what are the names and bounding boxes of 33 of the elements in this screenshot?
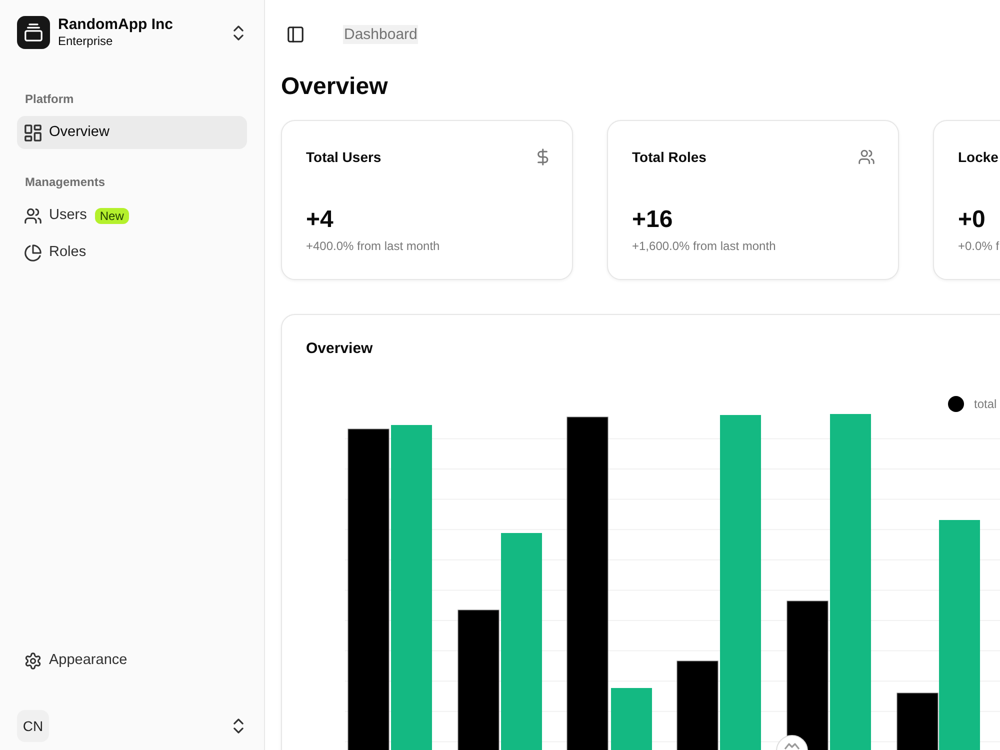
group-label: Platform — [24, 92, 75, 106]
chevrons-up-down-icon[interactable] — [234, 719, 243, 733]
stat-value: +16 — [632, 205, 673, 235]
stat-value: +4 — [306, 205, 334, 235]
stat-title: Total Users — [306, 148, 382, 166]
item-badge: New — [94, 208, 129, 224]
nav-item[interactable]: Roles — [17, 236, 247, 269]
stack-logo-icon — [17, 16, 50, 49]
stat-change: +0.0% f — [958, 238, 1000, 254]
chart-title: Overview — [306, 339, 373, 359]
panel-left-icon — [288, 26, 302, 42]
breadcrumb-page: Dashboard — [343, 24, 418, 44]
users-icon — [859, 150, 874, 164]
dollar-icon — [537, 149, 548, 165]
page-title: Overview — [281, 72, 388, 102]
legend-label: total — [974, 396, 997, 413]
chevrons-up-down-icon[interactable] — [234, 26, 243, 40]
stat-change: +1,600.0% from last month — [632, 238, 776, 254]
stat-value: +0 — [958, 205, 986, 235]
team-name: RandomApp Inc — [58, 16, 173, 34]
grid-icon — [25, 124, 41, 140]
nav-item[interactable]: Appearance — [17, 644, 247, 677]
nav-item[interactable]: Users New — [17, 199, 247, 232]
users-icon — [25, 208, 41, 224]
user-avatar[interactable]: CN — [17, 710, 49, 742]
stat-title: Locke — [958, 148, 998, 166]
nav-item[interactable]: Overview — [17, 116, 247, 149]
gear-icon — [25, 652, 41, 668]
group-label: Managements — [24, 175, 106, 189]
stat-change: +400.0% from last month — [306, 238, 440, 254]
pie-chart-icon — [25, 244, 41, 260]
stat-title: Total Roles — [632, 148, 706, 166]
team-plan: Enterprise — [58, 34, 114, 49]
